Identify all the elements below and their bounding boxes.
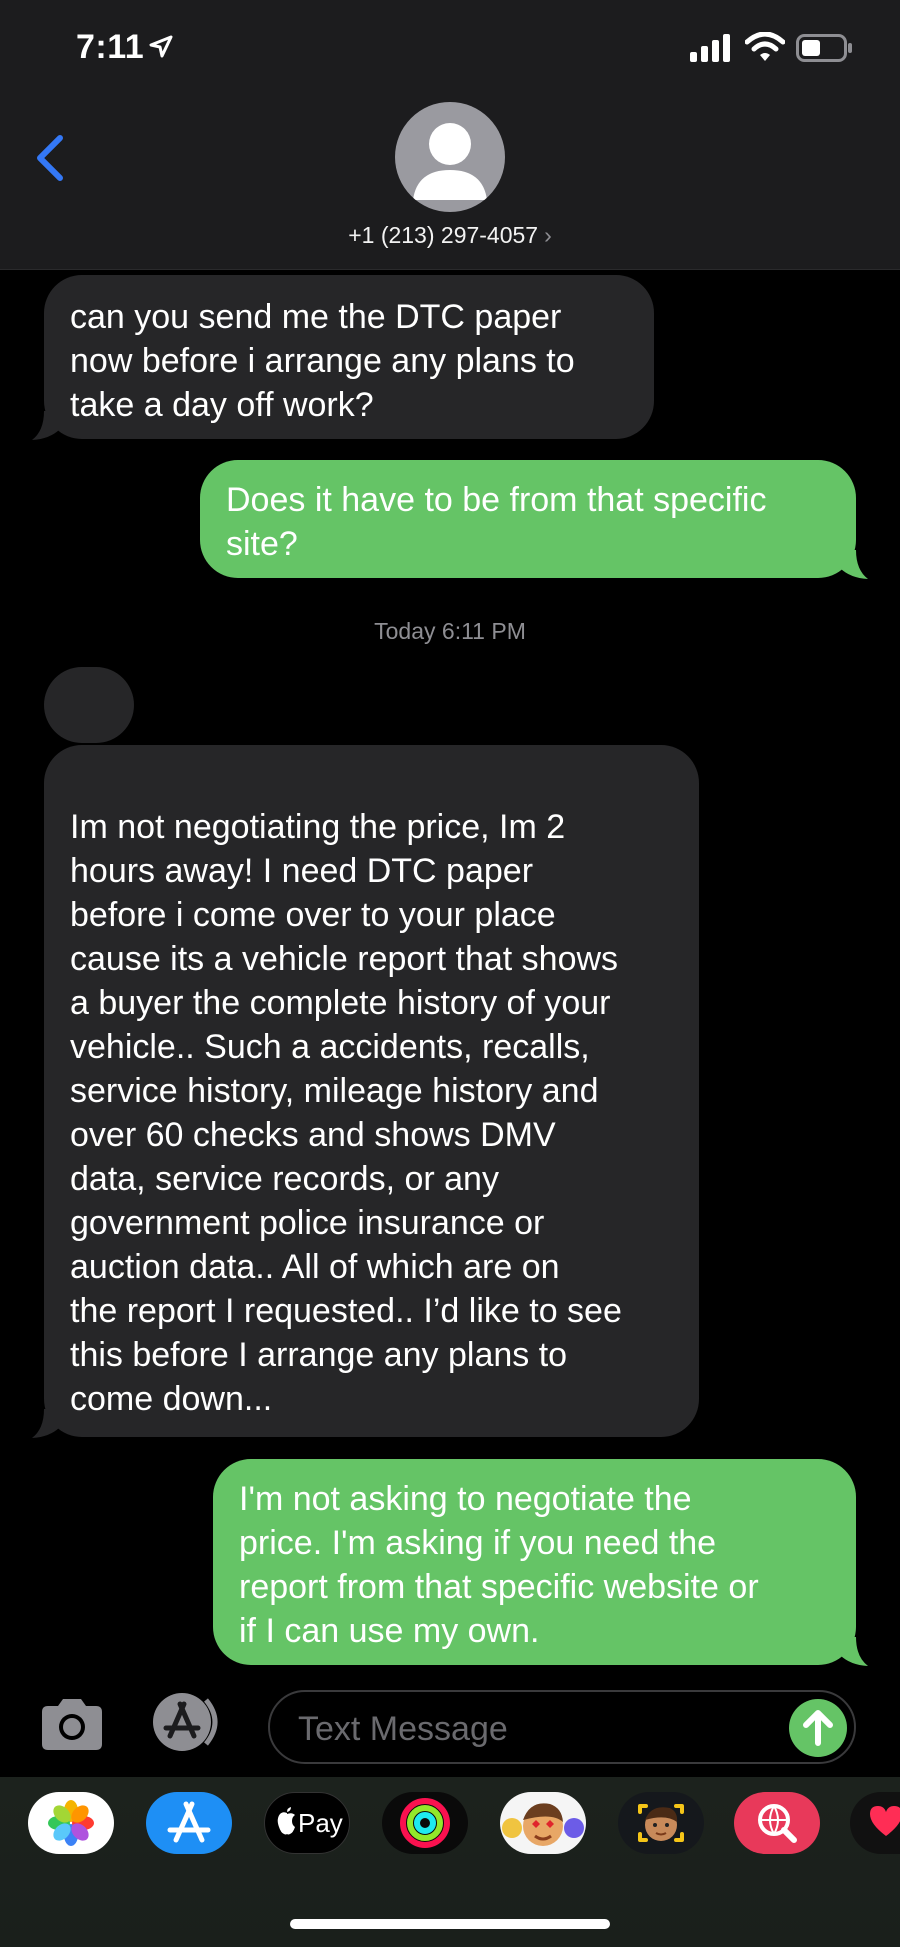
sent-message[interactable]: Does it have to be from that specific si… [200, 460, 856, 578]
person-silhouette-icon [413, 123, 487, 200]
message-line: hours away! I need DTC paper [70, 852, 534, 890]
chevron-right-icon: › [544, 222, 552, 248]
empty-message-bubble [44, 667, 134, 743]
web-search-icon[interactable] [734, 1792, 820, 1854]
message-line: cause its a vehicle report that shows [70, 940, 619, 978]
contact-name[interactable]: +1 (213) 297-4057 › [0, 222, 900, 249]
magnifying-glass-globe-icon [758, 1804, 797, 1843]
message-line: come down... [70, 1380, 273, 1418]
message-line: before i come over to your place [70, 896, 556, 934]
cellular-signal-icon [690, 34, 730, 62]
message-line: if I can use my own. [239, 1612, 540, 1650]
bubble-tail-sent [840, 550, 868, 579]
camera-icon[interactable] [36, 1694, 108, 1754]
wifi-icon [745, 32, 785, 61]
message-line: site? [226, 525, 298, 563]
message-line: this before I arrange any plans to [70, 1336, 568, 1374]
message-line: the report I requested.. I’d like to see [70, 1292, 622, 1330]
message-line: auction data.. All of which are on [70, 1248, 560, 1286]
apple-pay-label: Pay [298, 1808, 343, 1838]
heart-icon [870, 1806, 900, 1836]
contact-avatar[interactable] [395, 102, 505, 212]
digital-touch-icon[interactable] [850, 1792, 900, 1854]
message-line: Does it have to be from that specific [226, 481, 767, 519]
apple-pay-icon[interactable]: Pay [264, 1792, 350, 1854]
send-button[interactable] [789, 1699, 847, 1757]
conversation-header: 7:11 +1 (213) 297-4057 › [0, 0, 900, 270]
message-timestamp: Today 6:11 PM [374, 618, 526, 644]
sent-message[interactable]: I'm not asking to negotiate the price. I… [213, 1459, 856, 1665]
message-line: I'm not asking to negotiate the [239, 1480, 692, 1518]
message-line: price. I'm asking if you need the [239, 1524, 717, 1562]
memoji-icon[interactable] [500, 1792, 586, 1854]
message-line: now before i arrange any plans to [70, 342, 575, 380]
message-line: take a day off work? [70, 386, 374, 424]
app-store-apps-icon[interactable] [150, 1690, 230, 1754]
activity-rings-icon [400, 1798, 450, 1848]
message-line: can you send me the DTC paper [70, 298, 562, 336]
home-indicator[interactable] [290, 1919, 610, 1929]
battery-icon [796, 34, 852, 62]
message-line: report from that specific website or [239, 1568, 759, 1606]
bubble-tail-sent [840, 1637, 868, 1666]
back-chevron-icon[interactable] [30, 132, 70, 184]
message-input-placeholder: Text Message [298, 1710, 508, 1748]
message-line: Im not negotiating the price, Im 2 [70, 808, 566, 846]
memoji-stickers-icon[interactable] [618, 1792, 704, 1854]
message-line: government police insurance or [70, 1204, 545, 1242]
app-store-a-icon [167, 1801, 211, 1843]
message-line: over 60 checks and shows DMV [70, 1116, 556, 1154]
received-message[interactable]: can you send me the DTC paper now before… [44, 275, 654, 439]
arrow-up-icon [803, 1710, 833, 1746]
memoji-faces-icon [502, 1803, 584, 1846]
photos-flower-icon [48, 1800, 94, 1846]
app-store-icon[interactable] [146, 1792, 232, 1854]
message-line: service history, mileage history and [70, 1072, 599, 1110]
message-input[interactable]: Text Message [268, 1690, 856, 1764]
bubble-tail-received [32, 1409, 60, 1438]
message-line: data, service records, or any [70, 1160, 499, 1198]
message-line: vehicle.. Such a accidents, recalls, [70, 1028, 590, 1066]
activity-icon[interactable] [382, 1792, 468, 1854]
status-time: 7:11 [76, 28, 145, 66]
received-message[interactable]: Im not negotiating the price, Im 2 hours… [44, 745, 699, 1437]
compose-bar: Text Message [0, 1680, 900, 1777]
photos-icon[interactable] [28, 1792, 114, 1854]
bubble-tail-received [32, 411, 60, 440]
message-line: a buyer the complete history of your [70, 984, 611, 1022]
location-arrow-icon [149, 35, 173, 58]
contact-phone-number: +1 (213) 297-4057 [348, 222, 539, 248]
memoji-sticker-face-icon [638, 1804, 684, 1842]
